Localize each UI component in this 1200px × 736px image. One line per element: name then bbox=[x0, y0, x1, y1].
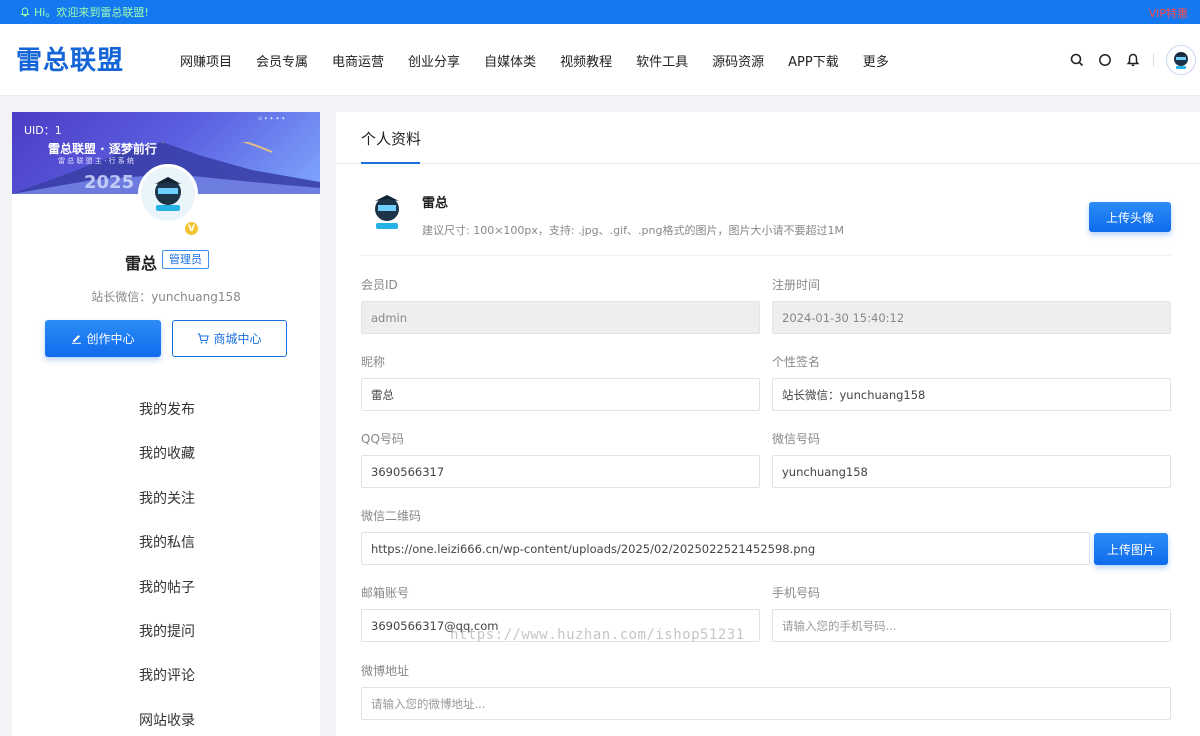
wechat-input[interactable]: yunchuang158 bbox=[772, 455, 1171, 488]
weibo-input[interactable]: 请输入您的微博地址... bbox=[361, 687, 1171, 720]
creator-center-button[interactable]: 创作中心 bbox=[45, 320, 161, 357]
banner-title: 雷总联盟 · 逐梦前行 bbox=[48, 142, 157, 156]
avatar-hint: 建议尺寸: 100×100px，支持: .jpg、.gif、.png格式的图片，… bbox=[422, 224, 844, 237]
user-name: 雷总 bbox=[125, 254, 158, 273]
search-icon[interactable] bbox=[1063, 46, 1091, 74]
header-divider bbox=[1153, 53, 1154, 67]
section-divider bbox=[361, 255, 1171, 256]
main-nav: 网赚项目 会员专属 电商运营 创业分享 自媒体类 视频教程 软件工具 源码资源 … bbox=[168, 24, 901, 96]
menu-item-posts[interactable]: 我的发布 bbox=[12, 388, 320, 432]
member-id-field: admin bbox=[361, 301, 760, 334]
shop-center-label: 商城中心 bbox=[213, 332, 262, 346]
phone-input[interactable]: 请输入您的手机号码... bbox=[772, 609, 1171, 642]
profile-avatar[interactable] bbox=[364, 189, 409, 237]
user-avatar[interactable] bbox=[138, 164, 198, 224]
reg-time-field: 2024-01-30 15:40:12 bbox=[772, 301, 1171, 334]
reg-time-label: 注册时间 bbox=[772, 278, 821, 292]
menu-item-questions[interactable]: 我的提问 bbox=[12, 610, 320, 654]
menu-item-site-submit[interactable]: 网站收录 bbox=[12, 699, 320, 736]
user-menu: 我的发布 我的收藏 我的关注 我的私信 我的帖子 我的提问 我的评论 网站收录 bbox=[12, 388, 320, 736]
menu-item-messages[interactable]: 我的私信 bbox=[12, 521, 320, 565]
nav-item-more[interactable]: 更多 bbox=[851, 51, 901, 70]
header-avatar[interactable] bbox=[1166, 45, 1196, 75]
banner-logo: ⊙ ✦ ✦ ✦ ✦ bbox=[258, 116, 286, 122]
dark-mode-icon[interactable] bbox=[1091, 46, 1119, 74]
banner-year: 2025 bbox=[84, 172, 135, 193]
edit-icon bbox=[72, 335, 82, 344]
watermark-text: https://www.huzhan.com/ishop51231 bbox=[450, 627, 745, 643]
phone-label: 手机号码 bbox=[772, 586, 821, 600]
profile-name: 雷总 bbox=[422, 196, 449, 211]
menu-item-threads[interactable]: 我的帖子 bbox=[12, 566, 320, 610]
signature-label: 个性签名 bbox=[772, 355, 821, 369]
notice-text: Hi。欢迎来到雷总联盟! bbox=[34, 6, 149, 19]
header-actions bbox=[1063, 24, 1200, 96]
nav-item-wangzhuan[interactable]: 网赚项目 bbox=[168, 51, 244, 70]
email-label: 邮箱账号 bbox=[361, 586, 410, 600]
user-sidebar: UID：1 雷总联盟 · 逐梦前行 雷 总 联 盟 主 · 行 系 统 2025… bbox=[12, 112, 320, 736]
nav-item-ecommerce[interactable]: 电商运营 bbox=[320, 51, 396, 70]
user-description: 站长微信：yunchuang158 bbox=[91, 290, 241, 304]
verified-badge: V bbox=[185, 222, 198, 235]
nav-item-source[interactable]: 源码资源 bbox=[700, 51, 776, 70]
menu-item-favorites[interactable]: 我的收藏 bbox=[12, 432, 320, 476]
member-id-label: 会员ID bbox=[361, 278, 398, 292]
nav-item-video[interactable]: 视频教程 bbox=[548, 51, 624, 70]
weibo-label: 微博地址 bbox=[361, 664, 410, 678]
nav-item-app[interactable]: APP下载 bbox=[776, 51, 851, 70]
creator-center-label: 创作中心 bbox=[86, 332, 135, 346]
notification-icon[interactable] bbox=[1119, 46, 1147, 74]
shop-center-button[interactable]: 商城中心 bbox=[172, 320, 287, 357]
qq-label: QQ号码 bbox=[361, 432, 404, 446]
tab-bar: 个人资料 bbox=[336, 112, 1200, 164]
upload-image-button[interactable]: 上传图片 bbox=[1094, 533, 1168, 565]
nav-item-media[interactable]: 自媒体类 bbox=[472, 51, 548, 70]
cart-icon bbox=[197, 333, 210, 344]
menu-item-comments[interactable]: 我的评论 bbox=[12, 654, 320, 698]
site-logo[interactable]: 雷总联盟 bbox=[16, 40, 124, 77]
wechat-label: 微信号码 bbox=[772, 432, 821, 446]
notice-bar: Hi。欢迎来到雷总联盟! VIP特惠 bbox=[0, 0, 1200, 24]
tab-profile[interactable]: 个人资料 bbox=[361, 128, 421, 149]
site-header: 雷总联盟 网赚项目 会员专属 电商运营 创业分享 自媒体类 视频教程 软件工具 … bbox=[0, 24, 1200, 96]
nickname-input[interactable]: 雷总 bbox=[361, 378, 760, 411]
tab-active-indicator bbox=[361, 162, 420, 164]
menu-item-following[interactable]: 我的关注 bbox=[12, 477, 320, 521]
nav-item-startup[interactable]: 创业分享 bbox=[396, 51, 472, 70]
qq-input[interactable]: 3690566317 bbox=[361, 455, 760, 488]
wechat-qr-input[interactable]: https://one.leizi666.cn/wp-content/uploa… bbox=[361, 532, 1090, 565]
signature-input[interactable]: 站长微信：yunchuang158 bbox=[772, 378, 1171, 411]
nav-item-vip[interactable]: 会员专属 bbox=[244, 51, 320, 70]
banner-subtitle: 雷 总 联 盟 主 · 行 系 统 bbox=[58, 157, 135, 165]
wechat-qr-label: 微信二维码 bbox=[361, 509, 422, 523]
nav-item-software[interactable]: 软件工具 bbox=[624, 51, 700, 70]
uid-label: UID：1 bbox=[24, 124, 62, 137]
upload-avatar-button[interactable]: 上传头像 bbox=[1089, 202, 1171, 232]
bell-icon bbox=[20, 7, 30, 17]
nickname-label: 昵称 bbox=[361, 355, 386, 369]
role-badge: 管理员 bbox=[162, 250, 209, 269]
vip-link[interactable]: VIP特惠 bbox=[1149, 5, 1188, 21]
